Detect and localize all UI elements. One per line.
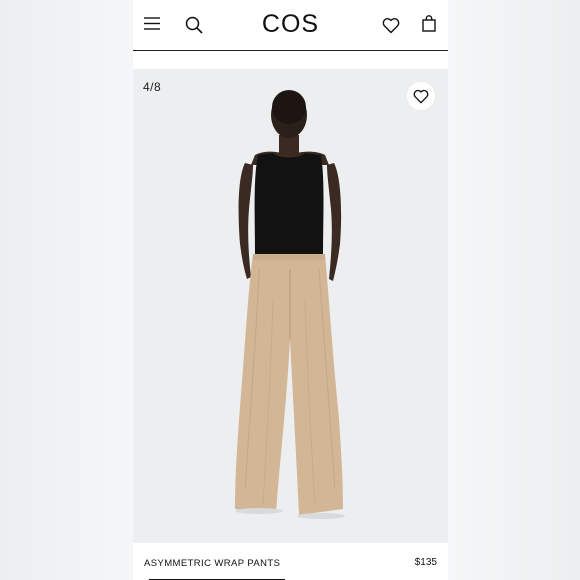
mobile-viewport: COS 4/8 ASYMMETRIC WRAP PANTS $135	[133, 0, 448, 580]
product-photo	[235, 90, 345, 519]
product-name[interactable]: ASYMMETRIC WRAP PANTS	[144, 558, 280, 569]
image-counter: 4/8	[143, 80, 162, 94]
menu-icon[interactable]	[144, 17, 160, 30]
product-price: $135	[414, 557, 437, 568]
favorite-button[interactable]	[407, 82, 435, 110]
wishlist-heart-icon[interactable]	[382, 17, 400, 34]
search-icon[interactable]	[185, 16, 203, 34]
shopping-bag-icon[interactable]	[422, 15, 436, 32]
product-image-gallery[interactable]: 4/8	[133, 69, 448, 543]
top-navigation-bar: COS	[133, 0, 448, 51]
product-info-row: ASYMMETRIC WRAP PANTS $135	[133, 543, 448, 580]
heart-icon	[413, 89, 429, 103]
brand-logo[interactable]: COS	[233, 10, 348, 39]
